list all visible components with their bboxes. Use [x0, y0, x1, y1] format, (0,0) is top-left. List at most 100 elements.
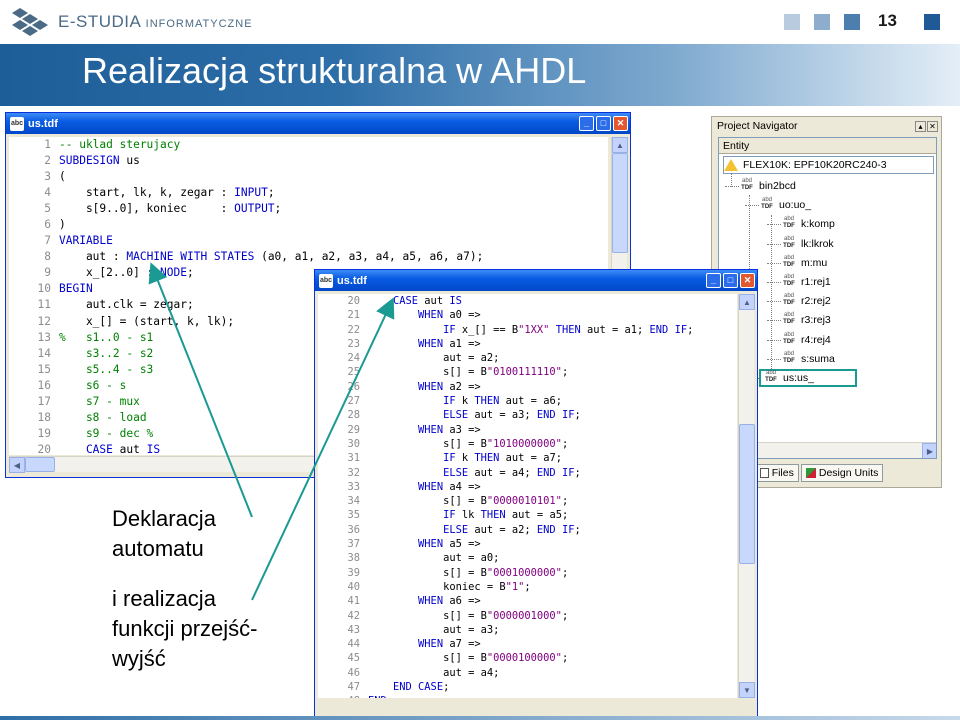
code-line[interactable]: 44 WHEN a7 =>	[318, 637, 737, 651]
minimize-button[interactable]: _	[706, 273, 721, 288]
line-number: 3	[44, 170, 51, 184]
code-line[interactable]: 34 s[] = B"0000010101";	[318, 494, 737, 508]
code-text: ELSE aut = a2; END IF;	[368, 523, 581, 536]
tree-item[interactable]: abd TDF r2:rej2	[781, 292, 831, 310]
scroll-right-icon[interactable]: ▶	[922, 443, 936, 458]
code-line[interactable]: 22 IF x_[] == B"1XX" THEN aut = a1; END …	[318, 323, 737, 337]
navigator-title: Project Navigator	[717, 120, 798, 132]
code-line[interactable]: 31 IF k THEN aut = a7;	[318, 451, 737, 465]
tab-files[interactable]: Files	[754, 464, 799, 482]
tree-item[interactable]: abd TDF lk:lkrok	[781, 235, 834, 253]
code-line[interactable]: 2 SUBDESIGN us	[9, 153, 608, 169]
navigator-dock-button[interactable]: ▴	[915, 120, 926, 132]
code-line[interactable]: 23 WHEN a1 =>	[318, 337, 737, 351]
brand-name: E-STUDIA INFORMATYCZNE	[58, 12, 253, 31]
hscroll-thumb[interactable]	[25, 457, 55, 472]
line-number: 2	[44, 154, 51, 168]
code-line[interactable]: 8 aut : MACHINE WITH STATES (a0, a1, a2,…	[9, 249, 608, 265]
code-line[interactable]: 3(	[9, 169, 608, 185]
navigator-close-button[interactable]: ✕	[927, 120, 938, 132]
maximize-button[interactable]: □	[596, 116, 611, 131]
code-line[interactable]: 30 s[] = B"1010000000";	[318, 437, 737, 451]
entity-column-header[interactable]: Entity	[719, 138, 936, 154]
line-number: 43	[347, 623, 360, 636]
code-line[interactable]: 45 s[] = B"0000100000";	[318, 651, 737, 665]
tree-item[interactable]: abd TDF r4:rej4	[781, 331, 831, 349]
code-editor-2[interactable]: 20 CASE aut IS 21 WHEN a0 => 22 IF x_[] ==…	[318, 294, 737, 698]
code-text: s[] = B"0100111110";	[368, 366, 569, 379]
code-line[interactable]: 37 WHEN a5 =>	[318, 537, 737, 551]
code-line[interactable]: 26 WHEN a2 =>	[318, 380, 737, 394]
scroll-left-icon[interactable]: ◀	[9, 457, 25, 473]
tdf-file-icon: abd TDF	[783, 331, 795, 345]
code-line[interactable]: 35 IF lk THEN aut = a5;	[318, 508, 737, 522]
code-line[interactable]: 1 -- uklad sterujacy	[9, 137, 608, 153]
tree-item[interactable]: abd TDF bin2bcd	[739, 177, 796, 195]
line-number: 20	[347, 295, 360, 307]
tab-design-units[interactable]: Design Units	[800, 464, 884, 482]
code-line[interactable]: 27 IF k THEN aut = a6;	[318, 394, 737, 408]
code-text: CASE aut IS	[59, 442, 161, 455]
square-4	[924, 14, 940, 30]
scroll-down-icon[interactable]: ▼	[739, 682, 755, 698]
code-line[interactable]: 47 END CASE;	[318, 680, 737, 694]
code-line[interactable]: 36 ELSE aut = a2; END IF;	[318, 523, 737, 537]
code-text: aut = a2;	[368, 352, 500, 365]
code-line[interactable]: 43 aut = a3;	[318, 623, 737, 637]
scroll-thumb[interactable]	[612, 153, 628, 253]
code-text: aut = a3;	[368, 623, 500, 636]
editor-1-titlebar[interactable]: abc us.tdf _ □ ✕	[6, 113, 630, 134]
line-number: 44	[347, 638, 360, 651]
code-line[interactable]: 5 s[9..0], koniec : OUTPUT;	[9, 201, 608, 217]
maximize-button[interactable]: □	[723, 273, 738, 288]
code-line[interactable]: 42 s[] = B"0000001000";	[318, 609, 737, 623]
code-line[interactable]: 24 aut = a2;	[318, 351, 737, 365]
editor-2-titlebar[interactable]: abc us.tdf _ □ ✕	[315, 270, 757, 291]
code-text: WHEN a4 =>	[368, 480, 481, 493]
tree-item[interactable]: abd TDF m:mu	[781, 254, 827, 272]
code-text: BEGIN	[59, 282, 93, 296]
line-number: 24	[347, 352, 360, 365]
code-line[interactable]: 7 VARIABLE	[9, 233, 608, 249]
close-button[interactable]: ✕	[740, 273, 755, 288]
tree-item[interactable]: abd TDF s:suma	[781, 350, 835, 368]
device-item[interactable]: FLEX10K: EPF10K20RC240-3	[723, 156, 934, 174]
editor-2-vscroll[interactable]: ▲ ▼	[738, 294, 755, 698]
code-line[interactable]: 38 aut = a0;	[318, 551, 737, 565]
code-text: VARIABLE	[59, 234, 113, 248]
code-line[interactable]: 21 WHEN a0 =>	[318, 308, 737, 322]
code-text: WHEN a5 =>	[368, 538, 481, 551]
code-line[interactable]: 39 s[] = B"0001000000";	[318, 566, 737, 580]
line-number: 23	[347, 337, 360, 350]
code-line[interactable]: 48END;	[318, 694, 737, 698]
line-number: 40	[347, 580, 360, 593]
code-text: s7 - mux	[59, 394, 140, 408]
code-line[interactable]: 33 WHEN a4 =>	[318, 480, 737, 494]
tree-item[interactable]: abd TDF r1:rej1	[781, 273, 831, 291]
line-number: 34	[347, 495, 360, 508]
tree-item[interactable]: abd TDF us:us_	[759, 369, 857, 387]
code-line[interactable]: 6)	[9, 217, 608, 233]
scroll-up-icon[interactable]: ▲	[739, 294, 755, 310]
code-line[interactable]: 4 start, lk, k, zegar : INPUT;	[9, 185, 608, 201]
code-line[interactable]: 29 WHEN a3 =>	[318, 423, 737, 437]
tree-item[interactable]: abd TDF r3:rej3	[781, 311, 831, 329]
minimize-button[interactable]: _	[579, 116, 594, 131]
code-line[interactable]: 46 aut = a4;	[318, 666, 737, 680]
close-button[interactable]: ✕	[613, 116, 628, 131]
scroll-thumb[interactable]	[739, 424, 755, 564]
tree-item[interactable]: abd TDF k:komp	[781, 215, 835, 233]
code-line[interactable]: 41 WHEN a6 =>	[318, 594, 737, 608]
line-number: 1	[44, 138, 51, 151]
tree-item[interactable]: abd TDF uo:uo_	[759, 196, 811, 214]
code-line[interactable]: 32 ELSE aut = a4; END IF;	[318, 466, 737, 480]
code-text: IF k THEN aut = a6;	[368, 395, 562, 408]
code-line[interactable]: 25 s[] = B"0100111110";	[318, 365, 737, 379]
code-line[interactable]: 20 CASE aut IS	[318, 294, 737, 308]
code-line[interactable]: 40 koniec = B"1";	[318, 580, 737, 594]
scroll-up-icon[interactable]: ▲	[612, 137, 628, 153]
code-text: % s1..0 - s1	[59, 330, 154, 344]
warning-icon	[724, 159, 738, 171]
page-number: 13	[878, 11, 897, 30]
code-line[interactable]: 28 ELSE aut = a3; END IF;	[318, 408, 737, 422]
